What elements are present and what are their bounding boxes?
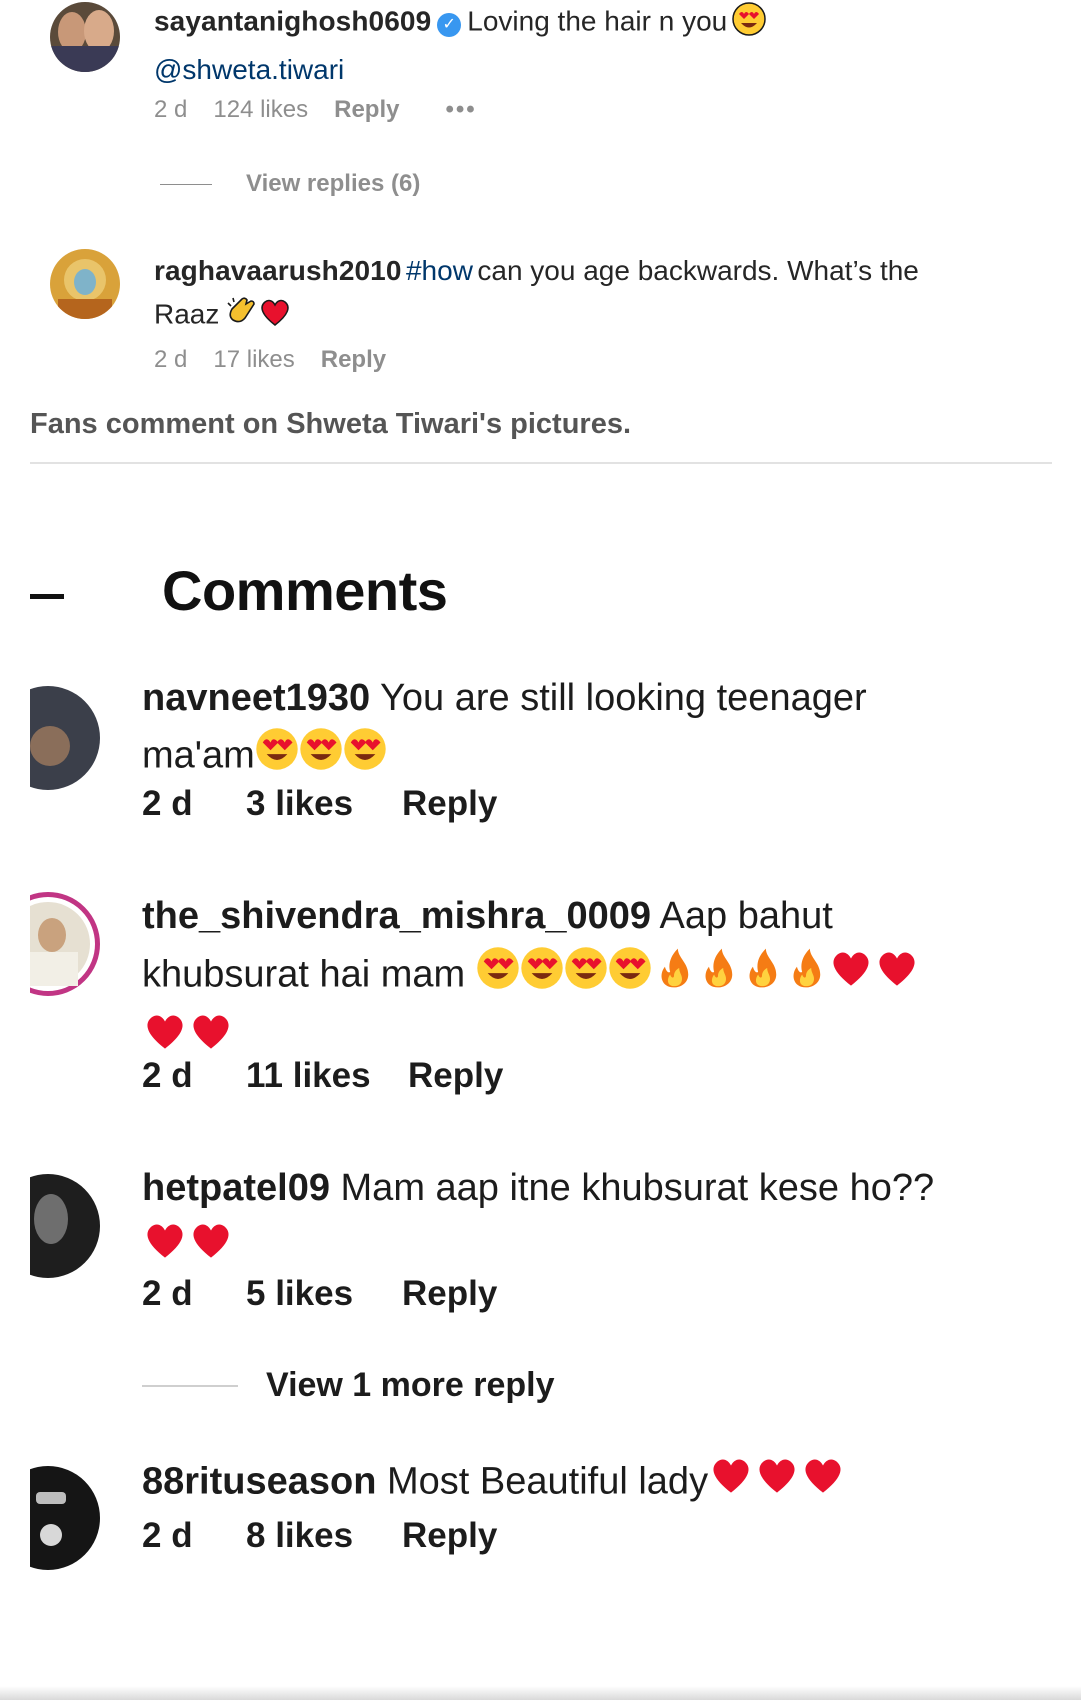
username[interactable]: sayantanighosh0609 (154, 6, 431, 37)
heart-eyes-emoji (255, 727, 299, 788)
likes-count[interactable]: 3 likes (246, 784, 402, 824)
clapping-hands-emoji (224, 295, 258, 344)
comment-text: Mam aap itne khubsurat kese ho?? (340, 1167, 935, 1209)
comment-body: hetpatel09 Mam aap itne khubsurat kese h… (142, 1160, 1062, 1280)
comment-body: navneet1930 You are still looking teenag… (142, 670, 1062, 788)
view-more-replies-label: View 1 more reply (266, 1366, 555, 1404)
timestamp: 2 d (154, 346, 188, 373)
comment-text: Loving the hair n you (467, 5, 728, 37)
likes-count[interactable]: 11 likes (246, 1056, 408, 1096)
comments-title: Comments (162, 559, 448, 622)
avatar[interactable] (30, 686, 100, 790)
timestamp: 2 d (142, 784, 193, 823)
mention-link[interactable]: @shweta.tiwari (154, 54, 344, 85)
comment-text-continued: ma'am (142, 734, 255, 777)
reply-button[interactable]: Reply (408, 1056, 503, 1096)
avatar[interactable] (50, 249, 120, 319)
divider (30, 462, 1052, 464)
fire-emoji (784, 946, 828, 1007)
timestamp: 2 d (142, 1516, 193, 1555)
comment-text: You are still looking teenager (380, 677, 867, 719)
comment-text: Aap bahut (659, 895, 833, 937)
likes-count[interactable]: 17 likes (213, 346, 294, 374)
article-caption: Fans comment on Shweta Tiwari's pictures… (30, 408, 632, 440)
verified-badge-icon: ✓ (437, 12, 462, 37)
reply-button[interactable]: Reply (334, 96, 399, 124)
reply-button[interactable]: Reply (402, 1516, 497, 1556)
heart-eyes-emoji (564, 946, 608, 1007)
timestamp: 2 d (142, 1274, 193, 1313)
comment-text-continued: khubsurat hai mam (142, 953, 466, 996)
username[interactable]: raghavaarush2010 (154, 255, 402, 286)
username[interactable]: navneet1930 (142, 677, 370, 719)
comment-body: sayantanighosh0609 ✓ Loving the hair n you… (154, 2, 1034, 94)
heart-eyes-emoji (520, 946, 564, 1007)
username[interactable]: the_shivendra_mishra_0009 (142, 895, 651, 937)
avatar-with-story-ring[interactable] (30, 892, 100, 996)
divider-line (160, 183, 212, 185)
likes-count[interactable]: 8 likes (246, 1516, 402, 1556)
red-heart-emoji (142, 1217, 188, 1280)
comments-screenshot: Comments navneet1930 You are still looki… (0, 470, 1081, 1700)
red-heart-emoji (800, 1452, 846, 1515)
red-heart-emoji (188, 1217, 234, 1280)
heart-eyes-emoji (476, 946, 520, 1007)
reply-button[interactable]: Reply (402, 1274, 497, 1314)
comment-meta: 2 d 3 likes Reply (142, 784, 497, 824)
username[interactable]: 88rituseason (142, 1461, 376, 1503)
red-heart-emoji (754, 1452, 800, 1515)
reply-button[interactable]: Reply (321, 346, 386, 374)
comment-meta: 2 d 17 likes Reply (154, 346, 386, 374)
hashtag-link[interactable]: #how (406, 255, 473, 286)
top-comment-section: sayantanighosh0609 ✓ Loving the hair n you… (0, 0, 1081, 470)
heart-eyes-emoji (731, 2, 766, 51)
comment-text-continued: Raaz (154, 298, 220, 330)
comment-text: can you age backwards. What’s the (477, 255, 919, 286)
collapse-icon[interactable] (30, 594, 64, 599)
fire-emoji (696, 946, 740, 1007)
comment-text: Most Beautiful lady (387, 1460, 709, 1503)
red-heart-emoji (874, 945, 920, 1008)
timestamp: 2 d (142, 1056, 193, 1095)
comment-body: 88rituseason Most Beautiful lady (142, 1452, 1062, 1515)
timestamp: 2 d (154, 96, 188, 123)
heart-eyes-emoji (343, 727, 387, 788)
heart-eyes-emoji (299, 727, 343, 788)
comment-body: raghavaarush2010 #how can you age backwa… (154, 252, 1034, 344)
bottom-edge (0, 1686, 1081, 1700)
comment-meta: 2 d 5 likes Reply (142, 1274, 497, 1314)
view-more-replies-button[interactable]: View 1 more reply (142, 1366, 555, 1405)
fire-emoji (652, 946, 696, 1007)
avatar[interactable] (30, 1466, 100, 1570)
comment-meta: 2 d 8 likes Reply (142, 1516, 497, 1556)
likes-count[interactable]: 5 likes (246, 1274, 402, 1314)
heart-eyes-emoji (608, 946, 652, 1007)
username[interactable]: hetpatel09 (142, 1167, 330, 1209)
avatar[interactable] (50, 2, 120, 72)
likes-count[interactable]: 124 likes (213, 96, 308, 124)
divider-line (142, 1384, 238, 1387)
comment-meta: 2 d 124 likes Reply ••• (154, 96, 477, 124)
reply-button[interactable]: Reply (402, 784, 497, 824)
comment-body: the_shivendra_mishra_0009 Aap bahut khub… (142, 888, 1062, 1071)
red-heart-emoji (828, 945, 874, 1008)
view-replies-label: View replies (6) (246, 170, 421, 197)
avatar[interactable] (30, 1174, 100, 1278)
red-heart-emoji (708, 1452, 754, 1515)
more-options-icon[interactable]: ••• (445, 96, 476, 124)
red-heart-emoji (258, 295, 292, 344)
view-replies-button[interactable]: View replies (6) (160, 170, 420, 198)
fire-emoji (740, 946, 784, 1007)
comment-meta: 2 d 11 likes Reply (142, 1056, 503, 1096)
